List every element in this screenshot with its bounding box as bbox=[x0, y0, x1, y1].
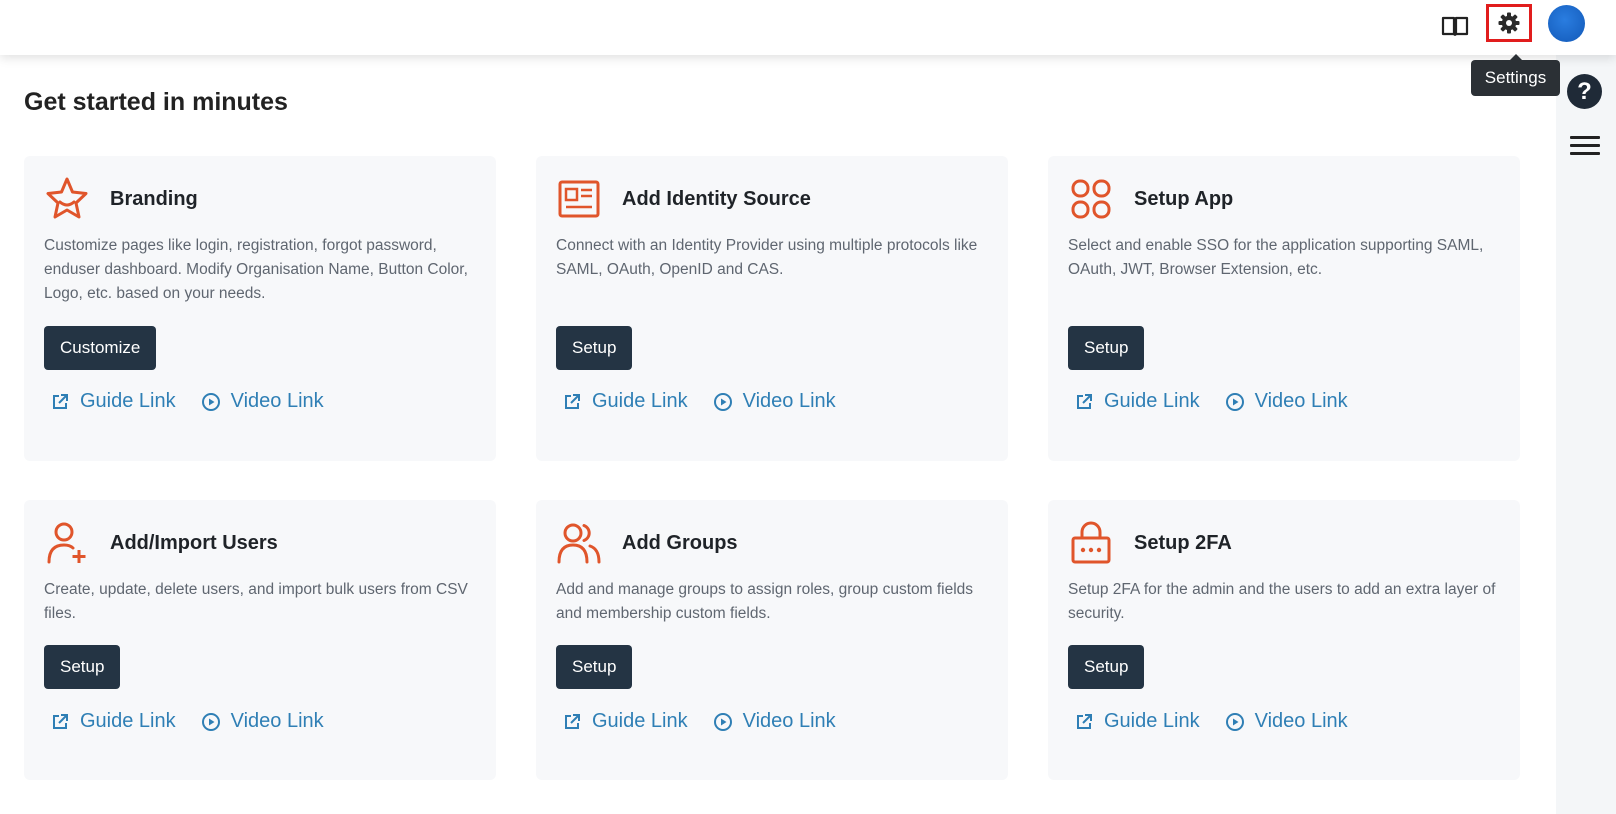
card-title: Add Groups bbox=[622, 531, 738, 554]
setup-button[interactable]: Setup bbox=[1068, 645, 1145, 689]
apps-grid-icon bbox=[1068, 176, 1114, 222]
guide-link-label: Guide Link bbox=[1104, 710, 1200, 732]
video-link[interactable]: Video Link bbox=[1225, 390, 1348, 413]
smile-star-icon bbox=[44, 176, 90, 222]
guide-link[interactable]: Guide Link bbox=[562, 710, 688, 733]
question-icon[interactable]: ? bbox=[1567, 74, 1602, 109]
play-circle-icon bbox=[1225, 392, 1244, 411]
customize-button[interactable]: Customize bbox=[44, 326, 157, 370]
guide-link-label: Guide Link bbox=[592, 710, 688, 732]
hamburger-menu-icon[interactable] bbox=[1570, 136, 1600, 158]
card-branding: Branding Customize pages like login, reg… bbox=[24, 156, 496, 461]
card-description: Connect with an Identity Provider using … bbox=[556, 237, 978, 278]
card-add-groups: Add Groups Add and manage groups to assi… bbox=[536, 500, 1008, 780]
video-link-label: Video Link bbox=[230, 390, 324, 412]
video-link[interactable]: Video Link bbox=[713, 710, 836, 733]
users-group-icon bbox=[556, 520, 602, 566]
video-link[interactable]: Video Link bbox=[713, 390, 836, 413]
play-circle-icon bbox=[201, 712, 220, 731]
gear-icon[interactable] bbox=[1486, 4, 1532, 42]
card-description: Customize pages like login, registration… bbox=[44, 237, 468, 302]
right-rail bbox=[1556, 55, 1616, 814]
guide-link-label: Guide Link bbox=[80, 390, 176, 412]
guide-link-label: Guide Link bbox=[592, 390, 688, 412]
external-link-icon bbox=[565, 713, 580, 729]
card-description: Setup 2FA for the admin and the users to… bbox=[1068, 581, 1496, 622]
card-title: Setup 2FA bbox=[1134, 531, 1232, 554]
card-title: Setup App bbox=[1134, 187, 1234, 210]
card-description: Create, update, delete users, and import… bbox=[44, 581, 468, 622]
id-card-icon bbox=[556, 176, 602, 222]
guide-link-label: Guide Link bbox=[1104, 390, 1200, 412]
card-title: Add/Import Users bbox=[110, 531, 278, 554]
card-title: Add Identity Source bbox=[622, 187, 811, 210]
play-circle-icon bbox=[1225, 712, 1244, 731]
page-title: Get started in minutes bbox=[24, 88, 288, 116]
user-add-icon bbox=[44, 520, 90, 566]
card-title: Branding bbox=[110, 187, 198, 210]
guide-link[interactable]: Guide Link bbox=[1074, 390, 1200, 413]
video-link-label: Video Link bbox=[1254, 710, 1348, 732]
card-description: Add and manage groups to assign roles, g… bbox=[556, 581, 974, 622]
card-setup-app: Setup App Select and enable SSO for the … bbox=[1048, 156, 1520, 461]
external-link-icon bbox=[53, 393, 68, 409]
external-link-icon bbox=[565, 393, 580, 409]
video-link-label: Video Link bbox=[230, 710, 324, 732]
book-icon[interactable] bbox=[1440, 11, 1470, 41]
video-link[interactable]: Video Link bbox=[1225, 710, 1348, 733]
card-add-identity-source: Add Identity Source Connect with an Iden… bbox=[536, 156, 1008, 461]
setup-button[interactable]: Setup bbox=[556, 326, 633, 370]
setup-button[interactable]: Setup bbox=[1068, 326, 1145, 370]
play-circle-icon bbox=[201, 392, 220, 411]
setup-button[interactable]: Setup bbox=[44, 645, 121, 689]
video-link-label: Video Link bbox=[742, 390, 836, 412]
video-link[interactable]: Video Link bbox=[201, 390, 324, 413]
guide-link[interactable]: Guide Link bbox=[562, 390, 688, 413]
top-bar bbox=[0, 0, 1616, 55]
card-description: Select and enable SSO for the applicatio… bbox=[1068, 237, 1484, 278]
user-avatar[interactable] bbox=[1548, 5, 1585, 42]
guide-link-label: Guide Link bbox=[80, 710, 176, 732]
video-link[interactable]: Video Link bbox=[201, 710, 324, 733]
card-setup-2fa: Setup 2FA Setup 2FA for the admin and th… bbox=[1048, 500, 1520, 780]
video-link-label: Video Link bbox=[742, 710, 836, 732]
video-link-label: Video Link bbox=[1254, 390, 1348, 412]
setup-button[interactable]: Setup bbox=[556, 645, 633, 689]
settings-tooltip: Settings bbox=[1471, 54, 1560, 96]
lock-icon bbox=[1068, 520, 1114, 566]
external-link-icon bbox=[1077, 393, 1092, 409]
guide-link[interactable]: Guide Link bbox=[50, 390, 176, 413]
external-link-icon bbox=[53, 713, 68, 729]
guide-link[interactable]: Guide Link bbox=[50, 710, 176, 733]
guide-link[interactable]: Guide Link bbox=[1074, 710, 1200, 733]
play-circle-icon bbox=[713, 712, 732, 731]
external-link-icon bbox=[1077, 713, 1092, 729]
card-add-import-users: Add/Import Users Create, update, delete … bbox=[24, 500, 496, 780]
play-circle-icon bbox=[713, 392, 732, 411]
